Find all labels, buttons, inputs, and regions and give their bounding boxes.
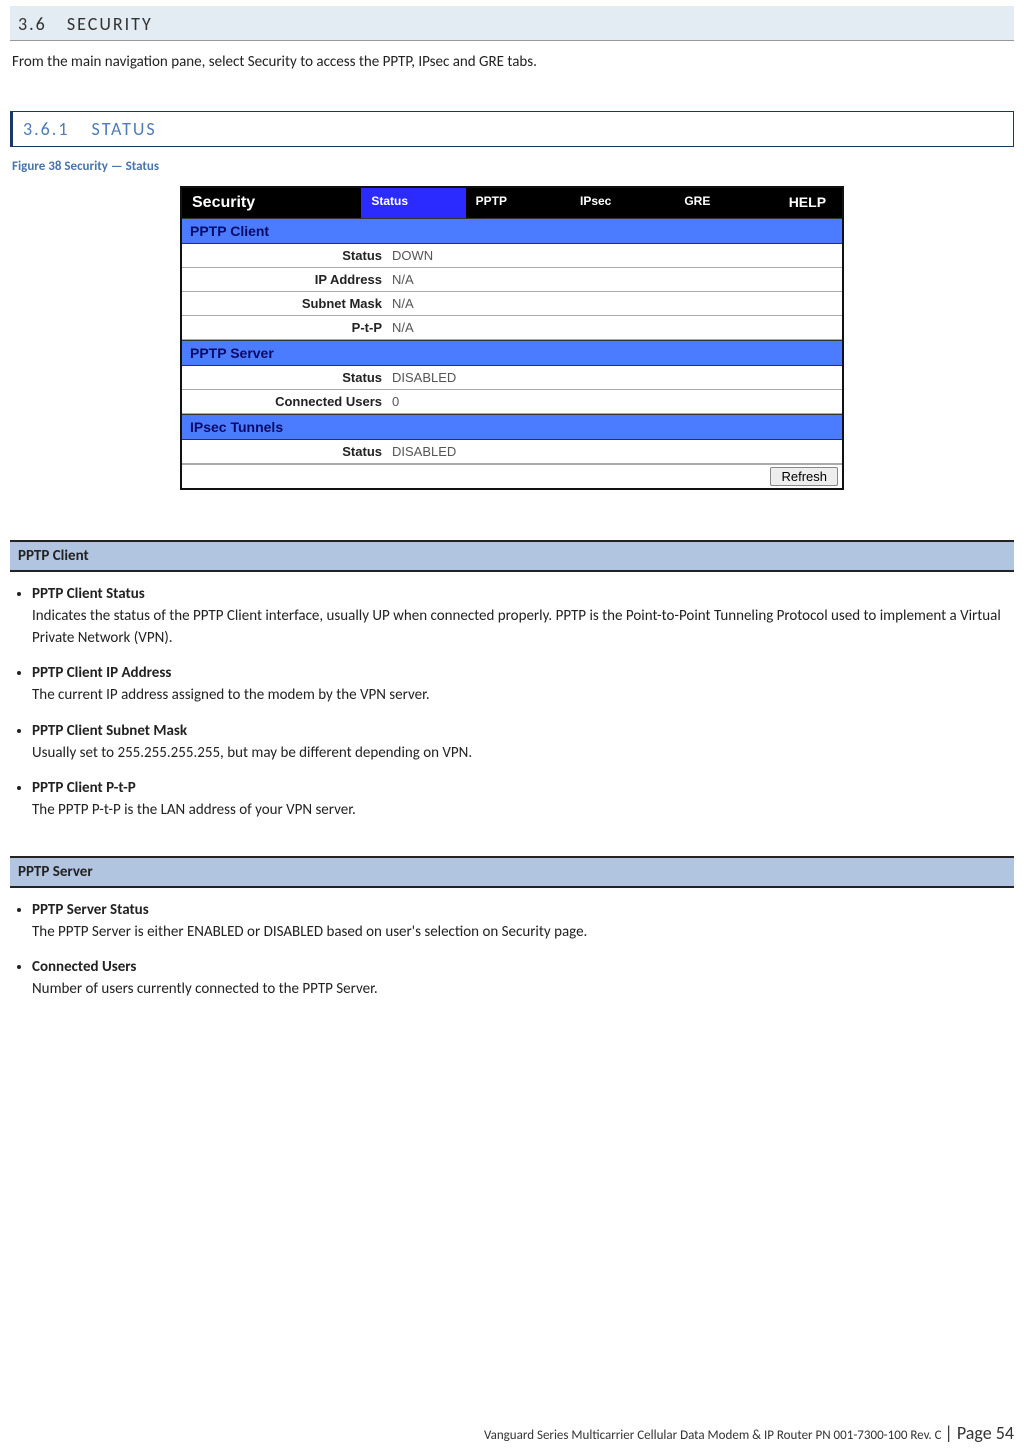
row-value: N/A bbox=[388, 272, 842, 287]
field-term: PPTP Client P-t-P bbox=[32, 778, 1014, 800]
tab-gre[interactable]: GRE bbox=[674, 188, 778, 218]
refresh-button[interactable]: Refresh bbox=[770, 467, 838, 486]
row-label: Status bbox=[182, 370, 388, 385]
tab-pptp[interactable]: PPTP bbox=[466, 188, 570, 218]
pptp-server-header: PPTP Server bbox=[182, 340, 842, 366]
tab-help[interactable]: HELP bbox=[779, 188, 842, 218]
row-value: DOWN bbox=[388, 248, 842, 263]
list-item: PPTP Client P-t-P The PPTP P-t-P is the … bbox=[32, 778, 1014, 822]
field-desc: Usually set to 255.255.255.255, but may … bbox=[32, 743, 1014, 765]
row-label: Status bbox=[182, 444, 388, 459]
field-desc: The PPTP P-t-P is the LAN address of you… bbox=[32, 800, 1014, 822]
pptp-server-users-row: Connected Users 0 bbox=[182, 390, 842, 414]
tab-ipsec[interactable]: IPsec bbox=[570, 188, 674, 218]
section-number: 3.6 bbox=[18, 13, 47, 35]
subsection-title: STATUS bbox=[92, 118, 157, 140]
field-desc: Number of users currently connected to t… bbox=[32, 979, 1014, 1001]
row-label: IP Address bbox=[182, 272, 388, 287]
section-heading: 3.6 SECURITY bbox=[10, 6, 1014, 41]
status-panel: Security Status PPTP IPsec GRE HELP PPTP… bbox=[180, 186, 844, 490]
row-value: DISABLED bbox=[388, 370, 842, 385]
section-title: SECURITY bbox=[67, 13, 153, 35]
row-value: DISABLED bbox=[388, 444, 842, 459]
refresh-row: Refresh bbox=[182, 464, 842, 488]
panel-title: Security bbox=[182, 188, 361, 218]
list-item: PPTP Server Status The PPTP Server is ei… bbox=[32, 900, 1014, 944]
footer-text: Vanguard Series Multicarrier Cellular Da… bbox=[484, 1428, 942, 1443]
pptp-client-ip-row: IP Address N/A bbox=[182, 268, 842, 292]
ipsec-header: IPsec Tunnels bbox=[182, 414, 842, 440]
field-desc: The current IP address assigned to the m… bbox=[32, 685, 1014, 707]
list-item: PPTP Client IP Address The current IP ad… bbox=[32, 663, 1014, 707]
row-value: N/A bbox=[388, 296, 842, 311]
tab-status[interactable]: Status bbox=[361, 188, 465, 218]
field-term: PPTP Client IP Address bbox=[32, 663, 1014, 685]
field-term: PPTP Server Status bbox=[32, 900, 1014, 922]
ipsec-status-row: Status DISABLED bbox=[182, 440, 842, 464]
subsection-heading: 3.6.1 STATUS bbox=[10, 111, 1014, 147]
field-term: PPTP Client Status bbox=[32, 584, 1014, 606]
row-label: Connected Users bbox=[182, 394, 388, 409]
row-value: N/A bbox=[388, 320, 842, 335]
pptp-server-list: PPTP Server Status The PPTP Server is ei… bbox=[32, 900, 1014, 1001]
list-item: PPTP Client Subnet Mask Usually set to 2… bbox=[32, 721, 1014, 765]
panel-tabs: Security Status PPTP IPsec GRE HELP bbox=[182, 188, 842, 218]
field-term: Connected Users bbox=[32, 957, 1014, 979]
pptp-client-mask-row: Subnet Mask N/A bbox=[182, 292, 842, 316]
list-item: Connected Users Number of users currentl… bbox=[32, 957, 1014, 1001]
pptp-client-status-row: Status DOWN bbox=[182, 244, 842, 268]
row-label: Status bbox=[182, 248, 388, 263]
row-label: Subnet Mask bbox=[182, 296, 388, 311]
pptp-client-heading: PPTP Client bbox=[10, 540, 1014, 572]
section-intro: From the main navigation pane, select Se… bbox=[12, 53, 1012, 71]
page-footer: Vanguard Series Multicarrier Cellular Da… bbox=[484, 1422, 1014, 1444]
subsection-number: 3.6.1 bbox=[23, 118, 69, 140]
footer-page: | Page 54 bbox=[945, 1422, 1015, 1444]
pptp-client-ptp-row: P-t-P N/A bbox=[182, 316, 842, 340]
pptp-client-list: PPTP Client Status Indicates the status … bbox=[32, 584, 1014, 822]
field-term: PPTP Client Subnet Mask bbox=[32, 721, 1014, 743]
figure-caption: Figure 38 Security — Status bbox=[12, 159, 1012, 174]
pptp-client-header: PPTP Client bbox=[182, 218, 842, 244]
row-label: P-t-P bbox=[182, 320, 388, 335]
pptp-server-heading: PPTP Server bbox=[10, 856, 1014, 888]
pptp-server-status-row: Status DISABLED bbox=[182, 366, 842, 390]
field-desc: The PPTP Server is either ENABLED or DIS… bbox=[32, 922, 1014, 944]
row-value: 0 bbox=[388, 394, 842, 409]
field-desc: Indicates the status of the PPTP Client … bbox=[32, 606, 1014, 650]
list-item: PPTP Client Status Indicates the status … bbox=[32, 584, 1014, 649]
